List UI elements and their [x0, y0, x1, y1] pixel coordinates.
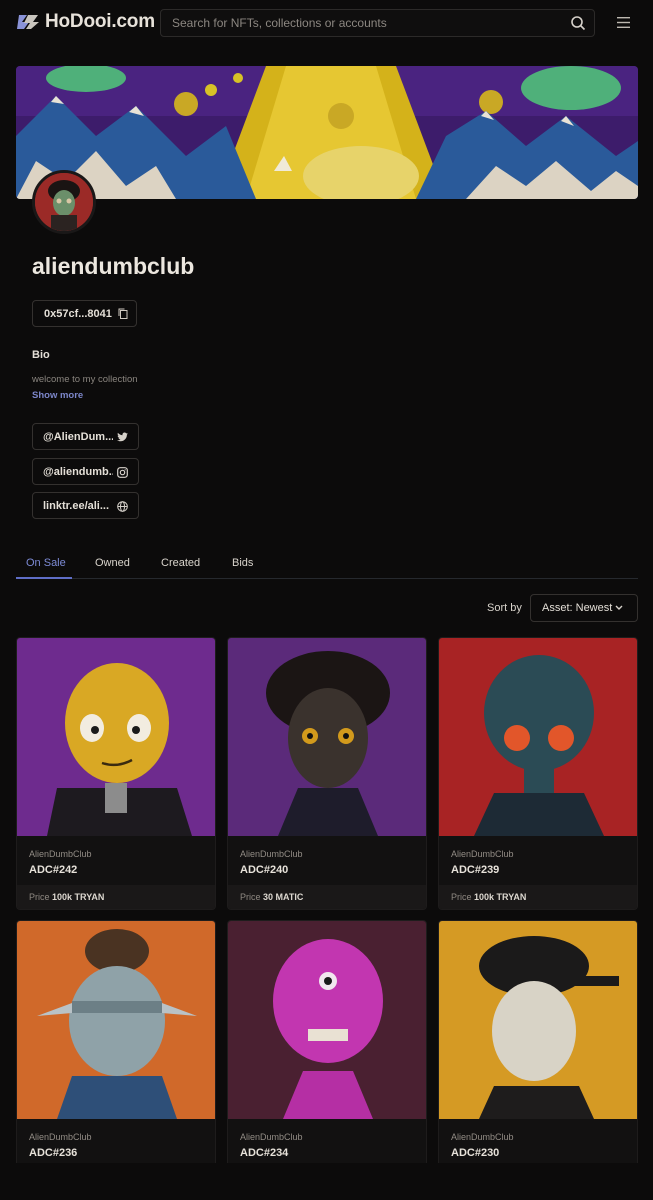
- banner-artwork: [16, 66, 638, 199]
- nft-card[interactable]: AlienDumbClub ADC#239 Price 100k TRYAN: [438, 637, 638, 910]
- price-value: 30 MATIC: [263, 892, 304, 902]
- wallet-address-copy-button[interactable]: 0x57cf...8041: [32, 300, 137, 327]
- active-tab-indicator: [16, 577, 72, 579]
- profile-username: aliendumbclub: [32, 253, 195, 279]
- tab-on-sale[interactable]: On Sale: [26, 557, 66, 569]
- bio-heading: Bio: [32, 349, 50, 361]
- price-label: Price: [29, 892, 50, 902]
- card-price: Price 30 MATIC: [228, 885, 426, 909]
- brand-logo[interactable]: HoDooi.com: [16, 11, 155, 33]
- instagram-link[interactable]: @aliendumb...: [32, 458, 139, 485]
- twitter-icon: [117, 432, 128, 442]
- sort-dropdown[interactable]: Asset: Newest: [530, 594, 638, 622]
- card-title: ADC#230: [451, 1147, 500, 1159]
- search-bar: [160, 9, 595, 37]
- card-collection: AlienDumbClub: [451, 1132, 514, 1142]
- copy-icon: [118, 308, 128, 319]
- profile-avatar[interactable]: [32, 170, 96, 234]
- card-title: ADC#240: [240, 864, 289, 876]
- nft-artwork: [17, 921, 215, 1119]
- hodooi-logo-icon: [17, 15, 39, 29]
- nft-card[interactable]: AlienDumbClub ADC#236: [16, 920, 216, 1170]
- price-value: 100k TRYAN: [52, 892, 105, 902]
- hamburger-menu-icon[interactable]: [617, 17, 630, 28]
- card-price: Price 100k TRYAN: [439, 885, 637, 909]
- nft-artwork: [228, 638, 426, 836]
- twitter-handle: @AlienDum...: [43, 430, 113, 443]
- sort-value: Asset: Newest: [542, 602, 613, 614]
- profile-banner: [16, 66, 638, 199]
- wallet-address: 0x57cf...8041: [44, 307, 112, 320]
- card-price: Price 100k TRYAN: [17, 885, 215, 909]
- card-collection: AlienDumbClub: [29, 1132, 92, 1142]
- card-title: ADC#234: [240, 1147, 289, 1159]
- search-input[interactable]: [172, 16, 552, 30]
- instagram-icon: [117, 467, 128, 478]
- card-title: ADC#239: [451, 864, 500, 876]
- card-collection: AlienDumbClub: [29, 849, 92, 859]
- brand-name: HoDooi.com: [45, 11, 155, 32]
- avatar-image: [35, 173, 93, 231]
- tab-owned[interactable]: Owned: [95, 557, 130, 569]
- nft-card[interactable]: AlienDumbClub ADC#242 Price 100k TRYAN: [16, 637, 216, 910]
- nft-artwork: [228, 921, 426, 1119]
- twitter-link[interactable]: @AlienDum...: [32, 423, 139, 450]
- card-title: ADC#242: [29, 864, 78, 876]
- price-label: Price: [451, 892, 472, 902]
- nft-artwork: [439, 638, 637, 836]
- tab-created[interactable]: Created: [161, 557, 200, 569]
- instagram-handle: @aliendumb...: [43, 465, 113, 478]
- profile-tabs: On Sale Owned Created Bids: [16, 550, 638, 579]
- nft-artwork: [439, 921, 637, 1119]
- website-url: linktr.ee/ali...: [43, 499, 110, 512]
- card-collection: AlienDumbClub: [240, 849, 303, 859]
- card-collection: AlienDumbClub: [451, 849, 514, 859]
- nft-card[interactable]: AlienDumbClub ADC#234: [227, 920, 427, 1170]
- price-label: Price: [240, 892, 261, 902]
- nft-artwork: [17, 638, 215, 836]
- card-collection: AlienDumbClub: [240, 1132, 303, 1142]
- nft-card[interactable]: AlienDumbClub ADC#230: [438, 920, 638, 1170]
- price-value: 100k TRYAN: [474, 892, 527, 902]
- bottom-navigation-bar: [0, 1163, 653, 1200]
- bio-text: welcome to my collection: [32, 374, 138, 385]
- show-more-link[interactable]: Show more: [32, 390, 83, 401]
- card-title: ADC#236: [29, 1147, 78, 1159]
- nft-card[interactable]: AlienDumbClub ADC#240 Price 30 MATIC: [227, 637, 427, 910]
- globe-icon: [117, 501, 128, 512]
- website-link[interactable]: linktr.ee/ali...: [32, 492, 139, 519]
- top-header: HoDooi.com: [0, 0, 653, 46]
- chevron-down-icon: [615, 605, 623, 610]
- tab-bids[interactable]: Bids: [232, 557, 253, 569]
- search-icon[interactable]: [570, 15, 586, 31]
- sort-label: Sort by: [487, 602, 522, 614]
